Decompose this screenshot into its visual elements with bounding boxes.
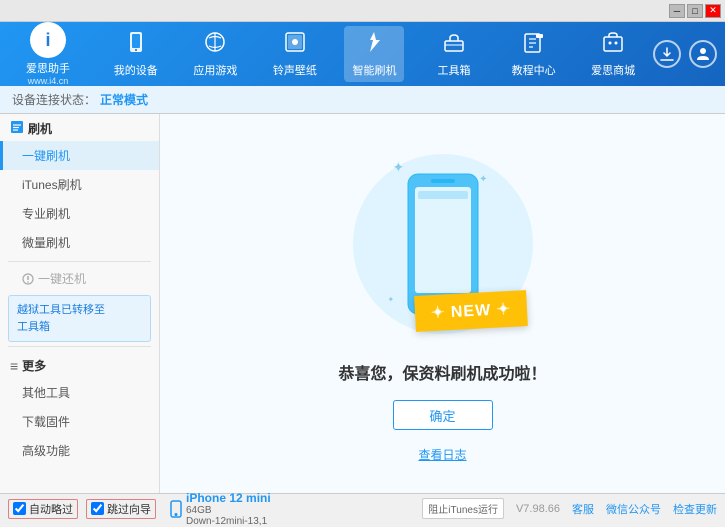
- nav-tutorial[interactable]: 教程中心: [504, 26, 564, 82]
- logo-text-line2: www.i4.cn: [28, 76, 69, 86]
- nav-right-actions: [653, 40, 717, 68]
- sparkle-1: ✦: [393, 159, 405, 176]
- version-text: V7.98.66: [516, 503, 560, 515]
- nav-smart-flash[interactable]: 智能刷机: [344, 26, 404, 82]
- sidebar: 刷机 一键刷机 iTunes刷机 专业刷机 微量刷机 一键还机 越狱工具已转移至…: [0, 114, 160, 493]
- nav-items: 我的设备 应用游戏 铃声壁纸 智能刷机 工具箱: [96, 26, 653, 82]
- nav-tutorial-label: 教程中心: [512, 62, 556, 78]
- auto-skip-checkbox[interactable]: [13, 502, 26, 515]
- nav-apple-store-label: 爱思商城: [591, 62, 635, 78]
- logo-icon: i: [30, 22, 66, 58]
- bottom-left: 自动略过 跳过向导 iPhone 12 mini 64GB Down-12min…: [8, 491, 271, 527]
- device-phone-icon: [170, 500, 182, 518]
- success-message: 恭喜您，保资料刷机成功啦！: [338, 360, 546, 384]
- more-section-icon: ≡: [10, 358, 18, 374]
- new-badge: ✦ NEW ✦: [415, 290, 529, 332]
- sidebar-divider-2: [8, 346, 151, 347]
- my-device-icon: [124, 30, 148, 60]
- minimize-btn[interactable]: ─: [669, 4, 685, 18]
- confirm-button[interactable]: 确定: [393, 400, 493, 430]
- status-bar: 设备连接状态： 正常模式: [0, 86, 725, 114]
- nav-app-games[interactable]: 应用游戏: [185, 26, 245, 82]
- more-section-title: 更多: [22, 357, 46, 374]
- nav-ringtone-label: 铃声壁纸: [273, 62, 317, 78]
- sparkle-2: ✦: [479, 174, 487, 185]
- restore-section-title: 一键还机: [38, 270, 86, 287]
- device-name: iPhone 12 mini: [186, 491, 271, 505]
- nav-toolbox[interactable]: 工具箱: [424, 26, 484, 82]
- sidebar-item-incremental-flash[interactable]: 微量刷机: [0, 228, 159, 257]
- nav-ringtone[interactable]: 铃声壁纸: [265, 26, 325, 82]
- main-layout: 刷机 一键刷机 iTunes刷机 专业刷机 微量刷机 一键还机 越狱工具已转移至…: [0, 114, 725, 493]
- flash-section-icon: [10, 120, 24, 137]
- wechat-public-link[interactable]: 微信公众号: [606, 501, 661, 517]
- skip-wizard-checkbox-container[interactable]: 跳过向导: [86, 499, 156, 519]
- view-log-link[interactable]: 查看日志: [418, 446, 466, 463]
- nav-app-games-label: 应用游戏: [193, 62, 237, 78]
- nav-apple-store[interactable]: 爱思商城: [583, 26, 643, 82]
- logo-text-line1: 爱思助手: [26, 60, 70, 76]
- device-info: iPhone 12 mini 64GB Down-12mini-13,1: [170, 491, 271, 527]
- sidebar-item-download-firmware[interactable]: 下载固件: [0, 407, 159, 436]
- content-area: ✦ ✦ ✦ ✦ NEW ✦ 恭喜您，保资料刷机成功啦！ 确定 查看日志: [160, 114, 725, 493]
- sidebar-item-one-click-flash[interactable]: 一键刷机: [0, 141, 159, 170]
- auto-skip-label: 自动略过: [29, 501, 73, 517]
- skip-wizard-label: 跳过向导: [107, 501, 151, 517]
- user-btn[interactable]: [689, 40, 717, 68]
- flash-section-title: 刷机: [28, 120, 52, 137]
- sparkle-3: ✦: [388, 295, 395, 304]
- check-update-link[interactable]: 检查更新: [673, 501, 717, 517]
- sidebar-item-advanced[interactable]: 高级功能: [0, 436, 159, 465]
- sidebar-item-other-tools[interactable]: 其他工具: [0, 378, 159, 407]
- sidebar-section-more: ≡ 更多: [0, 351, 159, 378]
- maximize-btn[interactable]: □: [687, 4, 703, 18]
- top-nav: i 爱思助手 www.i4.cn 我的设备 应用游戏 铃声壁纸: [0, 22, 725, 86]
- ringtone-icon: [283, 30, 307, 60]
- stop-itunes-action: 阻止iTunes运行: [422, 498, 504, 519]
- skip-wizard-checkbox[interactable]: [91, 502, 104, 515]
- nav-my-device-label: 我的设备: [114, 62, 158, 78]
- sidebar-divider-1: [8, 261, 151, 262]
- apple-store-icon: [601, 30, 625, 60]
- nav-toolbox-label: 工具箱: [438, 62, 471, 78]
- tutorial-icon: [522, 30, 546, 60]
- nav-my-device[interactable]: 我的设备: [106, 26, 166, 82]
- status-label: 设备连接状态：: [12, 91, 96, 108]
- customer-service-link[interactable]: 客服: [572, 501, 594, 517]
- phone-illustration: ✦ ✦ ✦ ✦ NEW ✦: [333, 144, 553, 344]
- smart-flash-icon: [362, 30, 386, 60]
- sidebar-item-pro-flash[interactable]: 专业刷机: [0, 199, 159, 228]
- logo[interactable]: i 爱思助手 www.i4.cn: [8, 22, 88, 86]
- close-btn[interactable]: ✕: [705, 4, 721, 18]
- sidebar-section-flash: 刷机: [0, 114, 159, 141]
- sidebar-item-itunes-flash[interactable]: iTunes刷机: [0, 170, 159, 199]
- bottom-right: 阻止iTunes运行 V7.98.66 客服 微信公众号 检查更新: [422, 498, 717, 519]
- toolbox-icon: [442, 30, 466, 60]
- stop-itunes-btn[interactable]: 阻止iTunes运行: [422, 498, 504, 519]
- nav-smart-flash-label: 智能刷机: [352, 62, 396, 78]
- bottom-bar: 自动略过 跳过向导 iPhone 12 mini 64GB Down-12min…: [0, 493, 725, 523]
- auto-skip-checkbox-container[interactable]: 自动略过: [8, 499, 78, 519]
- title-bar: ─ □ ✕: [0, 0, 725, 22]
- device-version: Down-12mini-13,1: [186, 516, 271, 527]
- download-btn[interactable]: [653, 40, 681, 68]
- sidebar-section-restore: 一键还机: [0, 266, 159, 291]
- device-storage: 64GB: [186, 505, 271, 516]
- status-value: 正常模式: [100, 91, 148, 108]
- app-games-icon: [203, 30, 227, 60]
- sidebar-notice: 越狱工具已转移至工具箱: [8, 295, 151, 342]
